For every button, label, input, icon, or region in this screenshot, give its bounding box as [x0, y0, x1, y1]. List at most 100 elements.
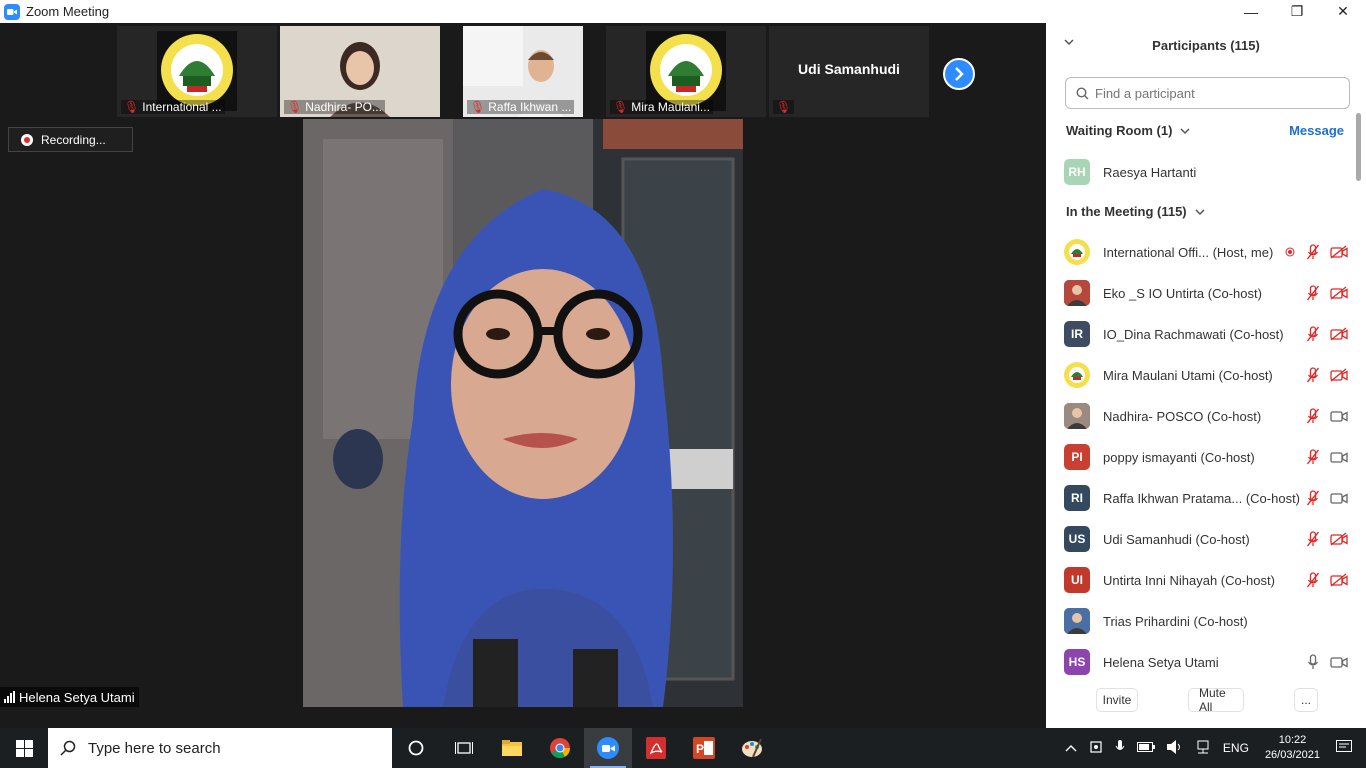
taskbar-search[interactable]: Type here to search — [48, 728, 392, 768]
search-input[interactable] — [1095, 85, 1335, 101]
avatar — [1064, 403, 1090, 429]
maximize-button[interactable]: ❐ — [1274, 0, 1320, 23]
task-view-icon — [455, 742, 473, 754]
video-thumbnail[interactable]: 🎙 International ... — [117, 26, 277, 117]
participant-row[interactable]: Mira Maulani Utami (Co-host) — [1064, 361, 1348, 389]
speaker-video-frame — [303, 119, 743, 707]
video-thumbnail[interactable]: 🎙 Raffa Ikhwan ... — [463, 26, 583, 117]
close-button[interactable]: ✕ — [1320, 0, 1366, 23]
thumbnail-label: 🎙 Nadhira- PO... — [284, 100, 385, 114]
microphone-icon[interactable] — [1304, 612, 1322, 630]
video-off-icon[interactable] — [1330, 325, 1348, 343]
participant-row[interactable]: RI Raffa Ikhwan Pratama... (Co-host) — [1064, 484, 1348, 512]
acrobat-button[interactable] — [632, 728, 680, 768]
video-off-icon[interactable] — [1330, 366, 1348, 384]
microphone-icon[interactable] — [1304, 653, 1322, 671]
mic-muted-icon[interactable] — [1304, 366, 1322, 384]
avatar — [1064, 362, 1090, 388]
mic-muted-icon[interactable] — [1304, 325, 1322, 343]
video-camera-icon[interactable] — [1330, 489, 1348, 507]
taskbar-clock[interactable]: 10:22 26/03/2021 — [1265, 733, 1320, 763]
file-explorer-button[interactable] — [488, 728, 536, 768]
cortana-button[interactable] — [392, 728, 440, 768]
network-activity-icon[interactable] — [1089, 740, 1103, 757]
video-off-icon[interactable] — [1330, 571, 1348, 589]
participant-row[interactable]: IR IO_Dina Rachmawati (Co-host) — [1064, 320, 1348, 348]
waiting-participant-row[interactable]: RH Raesya Hartanti — [1064, 158, 1348, 186]
video-thumbnail[interactable]: 🎙 Mira Maulani... — [606, 26, 766, 117]
microphone-icon[interactable] — [1115, 739, 1125, 757]
mic-muted-icon[interactable] — [1304, 243, 1322, 261]
mic-muted-icon[interactable] — [1304, 530, 1322, 548]
video-camera-icon[interactable] — [1330, 448, 1348, 466]
task-view-button[interactable] — [440, 728, 488, 768]
minimize-button[interactable]: — — [1228, 0, 1274, 23]
video-off-icon[interactable] — [1330, 243, 1348, 261]
paint-button[interactable] — [728, 728, 776, 768]
thumbnail-label: 🎙 Mira Maulani... — [610, 100, 713, 114]
participant-row[interactable]: International Offi... (Host, me) — [1064, 238, 1348, 266]
participant-row[interactable]: UI Untirta Inni Nihayah (Co-host) — [1064, 566, 1348, 594]
participant-row[interactable]: US Udi Samanhudi (Co-host) — [1064, 525, 1348, 553]
participant-status — [1284, 243, 1348, 261]
video-thumbnail[interactable]: Udi Samanhudi 🎙 — [769, 26, 929, 117]
in-meeting-header[interactable]: In the Meeting (115) — [1066, 204, 1205, 219]
participant-status — [1304, 366, 1348, 384]
more-options-button[interactable]: ... — [1294, 688, 1318, 712]
in-meeting-label: In the Meeting (115) — [1066, 204, 1187, 219]
folder-icon — [502, 740, 522, 756]
svg-text:P: P — [696, 742, 704, 756]
start-button[interactable] — [0, 728, 48, 768]
powerpoint-icon: P — [693, 737, 715, 759]
mute-all-button[interactable]: Mute All — [1188, 686, 1244, 714]
participant-status — [1304, 571, 1348, 589]
avatar: HS — [1064, 649, 1090, 675]
recording-dot-icon — [1284, 243, 1296, 261]
panel-title: Participants (115) — [1152, 38, 1260, 53]
network-icon[interactable] — [1195, 740, 1211, 757]
volume-icon[interactable] — [1166, 739, 1183, 757]
recording-indicator[interactable]: Recording... — [8, 127, 133, 152]
mic-muted-icon[interactable] — [1304, 489, 1322, 507]
participant-row[interactable]: Eko _S IO Untirta (Co-host) — [1064, 279, 1348, 307]
participant-search[interactable] — [1065, 77, 1350, 109]
participant-row[interactable]: Trias Prihardini (Co-host) — [1064, 607, 1348, 635]
video-off-icon[interactable] — [1330, 530, 1348, 548]
battery-icon[interactable] — [1136, 741, 1155, 755]
video-camera-icon[interactable] — [1330, 653, 1348, 671]
taskbar-search-placeholder: Type here to search — [88, 739, 221, 757]
chevron-down-icon[interactable] — [1064, 35, 1074, 49]
waiting-room-label: Waiting Room (1) — [1066, 123, 1173, 138]
video-camera-icon[interactable] — [1330, 612, 1348, 630]
mic-muted-icon[interactable] — [1304, 284, 1322, 302]
mic-muted-icon[interactable] — [1304, 407, 1322, 425]
scrollbar-thumb[interactable] — [1356, 113, 1361, 181]
mic-muted-icon[interactable] — [1304, 448, 1322, 466]
active-speaker-label: Helena Setya Utami — [0, 687, 139, 707]
participant-status — [1304, 407, 1348, 425]
participant-row[interactable]: HS Helena Setya Utami — [1064, 648, 1348, 676]
panel-footer: Invite Mute All ... — [1046, 684, 1366, 722]
next-page-button[interactable] — [943, 58, 975, 90]
video-camera-icon[interactable] — [1330, 407, 1348, 425]
chrome-button[interactable] — [536, 728, 584, 768]
message-button[interactable]: Message — [1289, 123, 1344, 138]
powerpoint-button[interactable]: P — [680, 728, 728, 768]
thumbnail-name: Udi Samanhudi — [798, 61, 900, 77]
waiting-room-header[interactable]: Waiting Room (1) — [1066, 123, 1190, 138]
thumbnail-label: 🎙 International ... — [121, 100, 225, 114]
participant-status — [1304, 284, 1348, 302]
panel-scrollbar[interactable] — [1355, 109, 1361, 672]
notifications-icon[interactable] — [1336, 739, 1352, 757]
invite-button[interactable]: Invite — [1096, 688, 1138, 712]
participant-row[interactable]: PI poppy ismayanti (Co-host) — [1064, 443, 1348, 471]
avatar — [1064, 239, 1090, 265]
video-thumbnail[interactable]: 🎙 Nadhira- PO... — [280, 26, 440, 117]
zoom-taskbar-button[interactable] — [584, 728, 632, 768]
participant-row[interactable]: Nadhira- POSCO (Co-host) — [1064, 402, 1348, 430]
chevron-up-icon[interactable] — [1065, 741, 1077, 755]
mic-muted-icon[interactable] — [1304, 571, 1322, 589]
participant-name: Raesya Hartanti — [1103, 164, 1197, 180]
language-indicator[interactable]: ENG — [1223, 741, 1249, 755]
video-off-icon[interactable] — [1330, 284, 1348, 302]
